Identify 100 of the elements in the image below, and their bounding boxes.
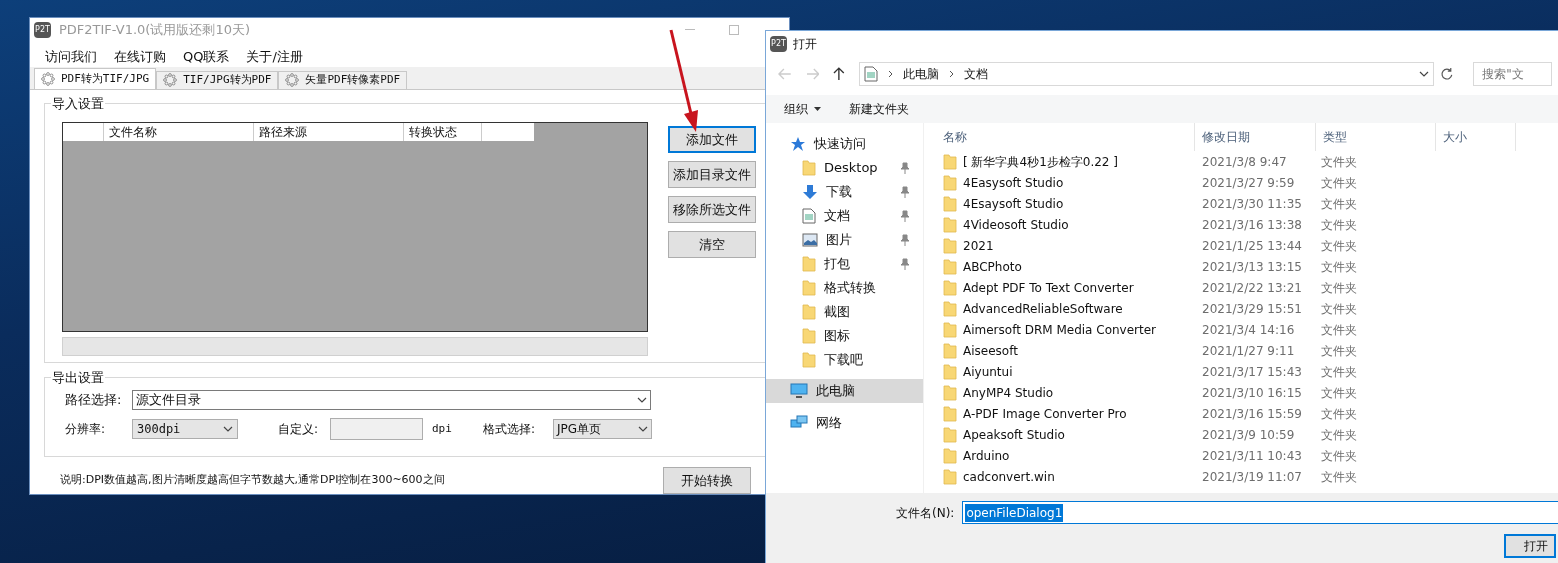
star-icon bbox=[790, 136, 806, 152]
down-arrow-icon bbox=[802, 184, 818, 200]
dialog-title: 打开 bbox=[793, 36, 817, 53]
nav-item[interactable]: 截图 bbox=[766, 300, 923, 324]
folder-icon bbox=[943, 279, 957, 296]
forward-arrow-icon[interactable] bbox=[805, 68, 820, 80]
file-name[interactable]: Arduino bbox=[963, 446, 1010, 465]
nav-item[interactable]: 图标 bbox=[766, 324, 923, 348]
breadcrumb-item[interactable]: 此电脑 bbox=[903, 65, 940, 83]
up-arrow-icon[interactable] bbox=[833, 67, 846, 81]
pin-icon bbox=[900, 258, 910, 270]
column-header[interactable]: 类型 bbox=[1316, 123, 1436, 151]
nav-item[interactable]: 图片 bbox=[766, 228, 923, 252]
file-type: 文件夹 bbox=[1320, 279, 1358, 297]
filename-field[interactable]: openFileDialog1 bbox=[962, 501, 1558, 524]
app-logo: P2T bbox=[770, 36, 787, 52]
modified-date: 2021/3/13 13:15 bbox=[1201, 258, 1303, 276]
tab[interactable]: TIF/JPG转为PDF bbox=[156, 71, 279, 89]
folder-icon bbox=[802, 304, 816, 320]
nav-item[interactable]: 文档 bbox=[766, 204, 923, 228]
column-header[interactable]: 名称 bbox=[936, 123, 1195, 151]
note-text: 说明:DPI数值越高,图片清晰度越高但字节数越大,通常DPI控制在300~600之间 bbox=[60, 472, 445, 489]
open-button[interactable]: 打开 bbox=[1504, 534, 1556, 558]
modified-date: 2021/3/30 11:35 bbox=[1201, 195, 1303, 213]
folder-icon bbox=[943, 426, 957, 443]
document-icon bbox=[864, 66, 879, 82]
modified-date: 2021/1/25 13:44 bbox=[1201, 237, 1303, 255]
column-header[interactable]: 路径来源 bbox=[254, 123, 404, 141]
chevron-right-icon bbox=[949, 70, 955, 78]
file-name[interactable]: AdvancedReliableSoftware bbox=[963, 299, 1123, 318]
custom-dpi-field[interactable] bbox=[330, 418, 423, 440]
nav-item[interactable]: 网络 bbox=[766, 411, 923, 435]
file-type: 文件夹 bbox=[1320, 153, 1358, 171]
file-name[interactable]: AnyMP4 Studio bbox=[963, 383, 1054, 402]
minimize-icon[interactable] bbox=[685, 28, 695, 31]
file-name[interactable]: A-PDF Image Converter Pro bbox=[963, 404, 1127, 423]
modified-date: 2021/3/11 10:43 bbox=[1201, 447, 1303, 465]
file-type: 文件夹 bbox=[1320, 342, 1358, 360]
modified-date: 2021/3/19 11:07 bbox=[1201, 468, 1303, 486]
resolution-dropdown[interactable]: 300dpi bbox=[132, 419, 238, 439]
column-header[interactable]: 转换状态 bbox=[404, 123, 482, 141]
modified-date: 2021/3/27 9:59 bbox=[1201, 174, 1296, 192]
chevron-right-icon bbox=[888, 70, 894, 78]
action-button[interactable]: 添加文件 bbox=[668, 126, 756, 153]
field-label: 格式选择: bbox=[482, 421, 536, 438]
nav-item[interactable]: Desktop bbox=[766, 156, 923, 180]
file-type: 文件夹 bbox=[1320, 300, 1358, 318]
nav-item[interactable]: 打包 bbox=[766, 252, 923, 276]
folder-icon bbox=[943, 342, 957, 359]
back-arrow-icon[interactable] bbox=[778, 68, 792, 80]
file-name[interactable]: ABCPhoto bbox=[963, 257, 1022, 276]
file-type: 文件夹 bbox=[1320, 174, 1358, 192]
breadcrumb-item[interactable]: 文档 bbox=[964, 65, 989, 83]
search-field[interactable]: 搜索"文 bbox=[1473, 62, 1552, 86]
nav-item[interactable]: 下载 bbox=[766, 180, 923, 204]
nav-item[interactable]: 此电脑 bbox=[766, 379, 923, 403]
file-name[interactable]: [ 新华字典4秒1步检字0.22 ] bbox=[963, 152, 1118, 171]
action-button[interactable]: 移除所选文件 bbox=[668, 196, 756, 223]
organize-menu[interactable]: 组织 bbox=[784, 100, 821, 118]
maximize-icon[interactable] bbox=[729, 24, 739, 35]
address-bar[interactable]: 此电脑 文档 bbox=[859, 62, 1434, 86]
file-name[interactable]: Aiyuntui bbox=[963, 362, 1013, 381]
refresh-icon[interactable] bbox=[1439, 67, 1454, 81]
menu-item[interactable]: QQ联系 bbox=[183, 46, 230, 67]
file-name[interactable]: Aiseesoft bbox=[963, 341, 1018, 360]
file-name[interactable]: cadconvert.win bbox=[963, 467, 1055, 486]
tab[interactable]: PDF转为TIF/JPG bbox=[34, 68, 157, 89]
file-name[interactable]: Apeaksoft Studio bbox=[963, 425, 1065, 444]
pin-icon bbox=[900, 186, 910, 198]
field-label: 文件名(N): bbox=[896, 504, 955, 522]
column-header[interactable]: 文件名称 bbox=[104, 123, 254, 141]
action-button[interactable]: 清空 bbox=[668, 231, 756, 258]
nav-item[interactable]: 格式转换 bbox=[766, 276, 923, 300]
folder-icon bbox=[802, 352, 816, 368]
nav-item[interactable]: 下载吧 bbox=[766, 348, 923, 372]
file-type: 文件夹 bbox=[1320, 405, 1358, 423]
column-header[interactable]: 大小 bbox=[1436, 123, 1516, 151]
new-folder-button[interactable]: 新建文件夹 bbox=[849, 100, 909, 118]
menu-item[interactable]: 在线订购 bbox=[114, 46, 166, 67]
file-name[interactable]: 4Esaysoft Studio bbox=[963, 194, 1064, 213]
file-name[interactable]: 2021 bbox=[963, 236, 994, 255]
file-name[interactable]: Adept PDF To Text Converter bbox=[963, 278, 1134, 297]
menu-item[interactable]: 访问我们 bbox=[45, 46, 97, 67]
nav-item[interactable]: 快速访问 bbox=[766, 132, 923, 156]
file-name[interactable]: 4Videosoft Studio bbox=[963, 215, 1069, 234]
file-type: 文件夹 bbox=[1320, 468, 1358, 486]
menu-item[interactable]: 关于/注册 bbox=[246, 46, 303, 67]
file-name[interactable]: Aimersoft DRM Media Converter bbox=[963, 320, 1157, 339]
column-header[interactable]: 修改日期 bbox=[1195, 123, 1316, 151]
folder-icon bbox=[943, 300, 957, 317]
document-icon bbox=[802, 208, 816, 224]
file-name[interactable]: 4Easysoft Studio bbox=[963, 173, 1064, 192]
modified-date: 2021/3/17 15:43 bbox=[1201, 363, 1303, 381]
tab[interactable]: 矢量PDF转像素PDF bbox=[278, 71, 408, 89]
folder-icon bbox=[943, 384, 957, 401]
start-button[interactable]: 开始转换 bbox=[663, 467, 751, 494]
path-dropdown[interactable]: 源文件目录 bbox=[132, 390, 651, 410]
format-dropdown[interactable]: JPG单页 bbox=[552, 419, 652, 439]
action-button[interactable]: 添加目录文件 bbox=[668, 161, 756, 188]
file-type: 文件夹 bbox=[1320, 216, 1358, 234]
